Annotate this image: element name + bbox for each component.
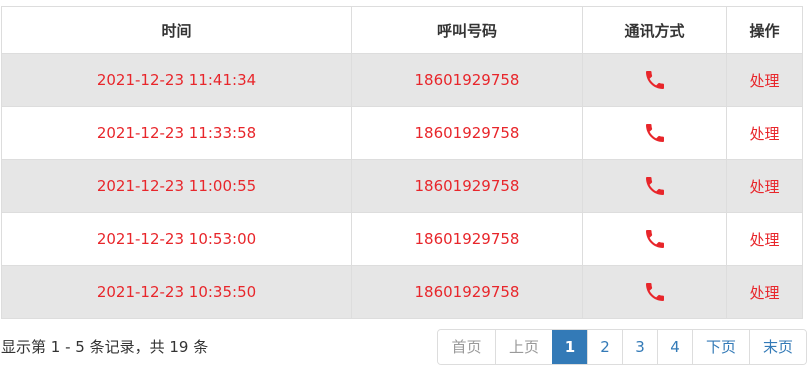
table-row: 2021-12-23 10:53:00 18601929758 处理 bbox=[1, 212, 803, 266]
call-method-cell bbox=[582, 53, 727, 107]
call-number: 18601929758 bbox=[351, 212, 583, 266]
call-method-cell bbox=[582, 106, 727, 160]
phone-icon[interactable] bbox=[643, 121, 667, 145]
first-page-button[interactable]: 首页 bbox=[438, 330, 495, 364]
call-time: 2021-12-23 11:00:55 bbox=[1, 159, 352, 213]
prev-page-button[interactable]: 上页 bbox=[495, 330, 552, 364]
call-time: 2021-12-23 11:33:58 bbox=[1, 106, 352, 160]
column-header-action: 操作 bbox=[726, 6, 803, 54]
action-cell: 处理 bbox=[726, 212, 803, 266]
call-number: 18601929758 bbox=[351, 106, 583, 160]
action-cell: 处理 bbox=[726, 106, 803, 160]
phone-icon[interactable] bbox=[643, 174, 667, 198]
call-method-cell bbox=[582, 159, 727, 213]
call-method-cell bbox=[582, 265, 727, 319]
table-row: 2021-12-23 11:00:55 18601929758 处理 bbox=[1, 159, 803, 213]
pagination: 首页 上页 1 2 3 4 下页 末页 bbox=[437, 329, 807, 365]
call-number: 18601929758 bbox=[351, 53, 583, 107]
page-button-2[interactable]: 2 bbox=[587, 330, 622, 364]
column-header-method: 通讯方式 bbox=[582, 6, 727, 54]
call-time: 2021-12-23 10:35:50 bbox=[1, 265, 352, 319]
action-cell: 处理 bbox=[726, 159, 803, 213]
handle-button[interactable]: 处理 bbox=[749, 125, 779, 143]
next-page-button[interactable]: 下页 bbox=[692, 330, 749, 364]
action-cell: 处理 bbox=[726, 265, 803, 319]
column-header-time: 时间 bbox=[1, 6, 352, 54]
call-number: 18601929758 bbox=[351, 159, 583, 213]
call-method-cell bbox=[582, 212, 727, 266]
table-row: 2021-12-23 11:33:58 18601929758 处理 bbox=[1, 106, 803, 160]
phone-icon[interactable] bbox=[643, 227, 667, 251]
page-button-4[interactable]: 4 bbox=[657, 330, 692, 364]
page-button-1[interactable]: 1 bbox=[552, 330, 587, 364]
call-time: 2021-12-23 11:41:34 bbox=[1, 53, 352, 107]
handle-button[interactable]: 处理 bbox=[749, 231, 779, 249]
last-page-button[interactable]: 末页 bbox=[749, 330, 806, 364]
record-summary: 显示第 1 - 5 条记录，共 19 条 bbox=[1, 338, 209, 356]
page-button-3[interactable]: 3 bbox=[622, 330, 657, 364]
action-cell: 处理 bbox=[726, 53, 803, 107]
phone-icon[interactable] bbox=[643, 68, 667, 92]
call-number: 18601929758 bbox=[351, 265, 583, 319]
table-row: 2021-12-23 10:35:50 18601929758 处理 bbox=[1, 265, 803, 319]
call-records-table: 时间 呼叫号码 通讯方式 操作 2021-12-23 11:41:34 1860… bbox=[1, 6, 803, 319]
table-row: 2021-12-23 11:41:34 18601929758 处理 bbox=[1, 53, 803, 107]
handle-button[interactable]: 处理 bbox=[749, 72, 779, 90]
call-time: 2021-12-23 10:53:00 bbox=[1, 212, 352, 266]
handle-button[interactable]: 处理 bbox=[749, 178, 779, 196]
handle-button[interactable]: 处理 bbox=[749, 284, 779, 302]
phone-icon[interactable] bbox=[643, 280, 667, 304]
table-header-row: 时间 呼叫号码 通讯方式 操作 bbox=[1, 6, 803, 54]
column-header-number: 呼叫号码 bbox=[351, 6, 583, 54]
